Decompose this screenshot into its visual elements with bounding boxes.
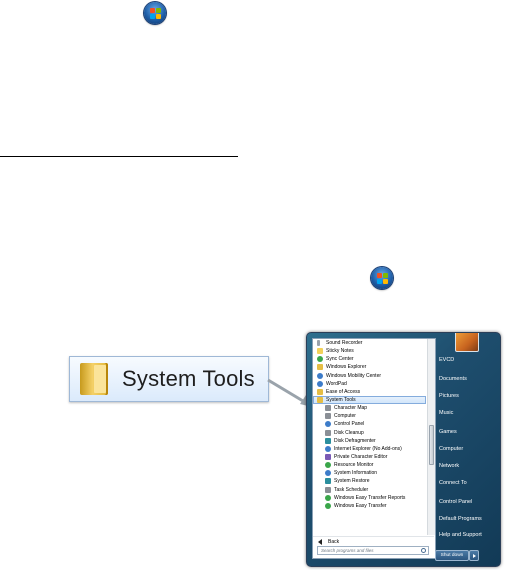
system-information-icon	[325, 470, 331, 477]
back-button[interactable]: Back	[313, 536, 434, 546]
start-menu-link[interactable]: EVCD	[438, 354, 497, 366]
program-item[interactable]: Sticky Notes	[313, 347, 426, 355]
explorer-icon	[317, 364, 323, 371]
start-menu-link[interactable]: Connect To	[438, 477, 497, 489]
search-placeholder: Search programs and files	[321, 548, 374, 553]
program-label: Windows Easy Transfer Reports	[334, 494, 406, 501]
scrollbar-thumb[interactable]	[429, 425, 434, 465]
start-menu-link[interactable]: Computer	[438, 443, 497, 455]
start-menu-link[interactable]: Games	[438, 426, 497, 438]
start-menu-link[interactable]: Documents	[438, 373, 497, 385]
mobility-icon	[317, 372, 323, 379]
folder-icon	[317, 388, 323, 395]
control-panel-icon	[325, 421, 331, 428]
program-item[interactable]: Character Map	[313, 404, 426, 412]
divider-line	[0, 156, 238, 157]
program-item[interactable]: Internet Explorer (No Add-ons)	[313, 445, 426, 453]
windows-start-orb-icon	[144, 2, 166, 24]
program-label: Disk Defragmenter	[334, 437, 376, 444]
program-item[interactable]: Disk Cleanup	[313, 429, 426, 437]
windows-start-orb-icon	[371, 267, 393, 289]
internet-explorer-icon	[325, 445, 331, 452]
program-label: Windows Easy Transfer	[334, 502, 387, 509]
program-item[interactable]: Ease of Access	[313, 388, 426, 396]
program-item[interactable]: System Restore	[313, 477, 426, 485]
start-menu-link[interactable]: Pictures	[438, 390, 497, 402]
start-menu-link[interactable]: Default Programs	[438, 513, 497, 525]
easy-transfer-icon	[325, 494, 331, 501]
shutdown-options-arrow-icon[interactable]	[469, 550, 479, 561]
program-label: Character Map	[334, 405, 368, 412]
program-item[interactable]: Control Panel	[313, 420, 426, 428]
program-label: Sound Recorder	[326, 340, 363, 346]
microphone-icon	[317, 340, 320, 347]
sync-icon	[317, 356, 323, 363]
start-menu-link[interactable]: Music	[438, 407, 497, 419]
program-item[interactable]: Windows Easy Transfer	[313, 502, 426, 510]
start-menu-link[interactable]: Network	[438, 460, 497, 472]
back-arrow-icon	[318, 538, 322, 545]
character-editor-icon	[325, 454, 331, 461]
program-item[interactable]: System Information	[313, 469, 426, 477]
program-item[interactable]: Computer	[313, 412, 426, 420]
sticky-notes-icon	[317, 348, 323, 355]
program-item[interactable]: Sound Recorder	[313, 339, 426, 347]
program-item[interactable]: System Tools	[313, 395, 426, 405]
start-menu-link[interactable]: Control Panel	[438, 496, 497, 508]
system-restore-icon	[325, 478, 331, 485]
all-programs-list: Sound Recorder Sticky Notes Sync Center Win…	[313, 339, 426, 535]
program-label: Computer	[334, 413, 356, 420]
start-menu-left-pane: Sound Recorder Sticky Notes Sync Center Win…	[312, 338, 436, 559]
easy-transfer-icon	[325, 502, 331, 509]
search-input[interactable]: Search programs and files	[317, 546, 429, 555]
program-label: Disk Cleanup	[334, 429, 364, 436]
program-label: Windows Mobility Center	[326, 372, 382, 379]
program-label: Internet Explorer (No Add-ons)	[334, 445, 402, 452]
program-label: System Information	[334, 470, 378, 477]
disk-cleanup-icon	[325, 429, 331, 436]
start-menu-right-pane: EVCD Documents Pictures Music Games Computer N…	[435, 333, 500, 566]
program-label: WordPad	[326, 380, 347, 387]
folder-icon	[317, 397, 323, 404]
program-item[interactable]: Private Character Editor	[313, 453, 426, 461]
program-label: Private Character Editor	[334, 453, 388, 460]
program-item[interactable]: Windows Easy Transfer Reports	[313, 494, 426, 502]
system-tools-callout: System Tools	[69, 356, 269, 402]
program-item[interactable]: Windows Mobility Center	[313, 372, 426, 380]
program-label: Sticky Notes	[326, 348, 354, 355]
program-label: Windows Explorer	[326, 364, 367, 371]
callout-label: System Tools	[122, 366, 255, 391]
program-label: Task Scheduler	[334, 486, 369, 493]
program-item[interactable]: Resource Monitor	[313, 461, 426, 469]
character-map-icon	[325, 405, 331, 412]
program-item[interactable]: Windows Explorer	[313, 363, 426, 371]
computer-icon	[325, 413, 331, 420]
program-item[interactable]: Disk Defragmenter	[313, 437, 426, 445]
program-item[interactable]: Sync Center	[313, 355, 426, 363]
program-label: Sync Center	[326, 356, 354, 363]
user-picture-avatar[interactable]	[455, 333, 479, 352]
task-scheduler-icon	[325, 486, 331, 493]
program-label: System Restore	[334, 478, 370, 485]
search-icon[interactable]	[421, 548, 426, 553]
program-list-scrollbar[interactable]	[427, 339, 435, 535]
folder-icon	[80, 363, 108, 395]
program-item[interactable]: WordPad	[313, 380, 426, 388]
program-label: Ease of Access	[326, 388, 361, 395]
resource-monitor-icon	[325, 462, 331, 469]
wordpad-icon	[317, 380, 323, 387]
start-menu: Sound Recorder Sticky Notes Sync Center Win…	[306, 332, 501, 567]
program-label: Control Panel	[334, 421, 365, 428]
program-label: Resource Monitor	[334, 462, 374, 469]
shutdown-button[interactable]: Shut down	[435, 550, 469, 561]
defragmenter-icon	[325, 437, 331, 444]
back-label: Back	[328, 538, 340, 545]
program-item[interactable]: Task Scheduler	[313, 486, 426, 494]
program-label: System Tools	[326, 396, 356, 403]
start-menu-link[interactable]: Help and Support	[438, 529, 497, 541]
